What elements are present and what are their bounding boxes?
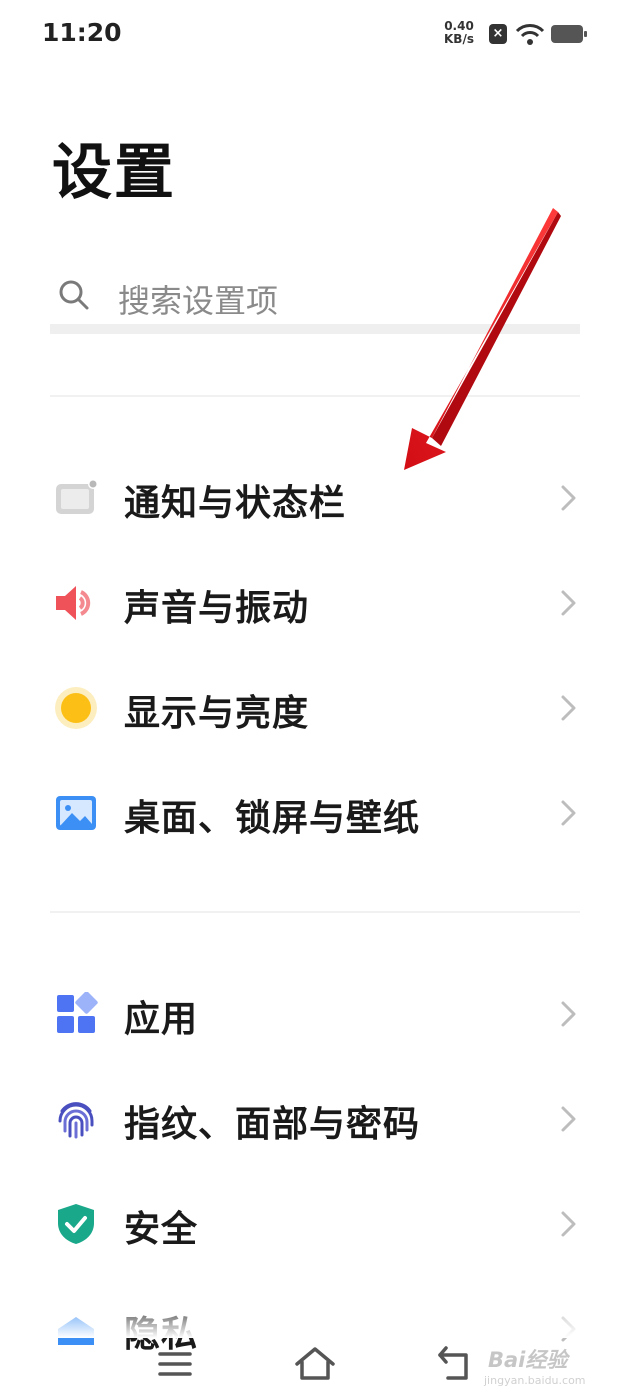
watermark-text: Bai经验 [488,1348,568,1372]
settings-item-sound-vibration[interactable]: 声音与振动 [50,551,580,655]
notification-statusbar-icon [56,479,98,514]
chevron-right-icon [561,1211,576,1237]
home-icon[interactable] [290,1340,340,1388]
chevron-right-icon [561,485,576,511]
settings-item-notification-statusbar[interactable]: 通知与状态栏 [50,446,580,550]
chevron-right-icon [561,1001,576,1027]
wifi-icon [515,24,545,45]
settings-item-apps[interactable]: 应用 [50,962,580,1066]
search-icon [59,280,89,310]
settings-item-label: 指纹、面部与密码 [124,1104,421,1145]
search-underline [50,324,580,334]
chevron-right-icon [561,800,576,826]
settings-item-label: 显示与亮度 [124,693,310,734]
wallpaper-icon [56,796,96,830]
settings-item-label: 桌面、锁屏与壁纸 [124,798,421,839]
settings-item-fingerprint-face-password[interactable]: 指纹、面部与密码 [50,1067,580,1171]
settings-item-label: 应用 [124,999,199,1040]
fingerprint-icon [58,1102,94,1139]
chevron-right-icon [561,590,576,616]
search-input[interactable]: 搜索设置项 [118,276,278,322]
battery-icon [551,25,587,43]
watermark-logo: Bai经验 jingyan.baidu.com [480,1336,598,1394]
red-arrow-icon [404,208,561,470]
back-icon[interactable] [430,1340,480,1388]
status-bar: 11:20 0.40 KB/s × [0,0,630,70]
settings-item-display-brightness[interactable]: 显示与亮度 [50,656,580,760]
shield-check-icon [58,1204,94,1244]
apps-icon [57,992,98,1033]
settings-item-label: 通知与状态栏 [124,483,347,524]
settings-item-security[interactable]: 安全 [50,1172,580,1276]
chevron-right-icon [561,1106,576,1132]
search-bar[interactable]: 搜索设置项 [50,262,580,334]
net-speed-unit: KB/s [444,32,474,46]
settings-item-label: 声音与振动 [124,588,310,629]
watermark-subtext: jingyan.baidu.com [484,1374,586,1387]
status-time: 11:20 [42,18,122,47]
settings-item-desktop-wallpaper[interactable]: 桌面、锁屏与壁纸 [50,761,580,865]
brightness-icon [55,687,97,729]
menu-icon[interactable] [150,1340,200,1388]
divider [50,395,580,397]
settings-item-label: 安全 [124,1209,199,1250]
speaker-icon [56,586,91,620]
net-speed: 0.40 KB/s [444,20,474,46]
page-title: 设置 [52,138,176,208]
chevron-right-icon [561,695,576,721]
notification-x-icon: × [489,24,507,44]
divider [50,911,580,913]
